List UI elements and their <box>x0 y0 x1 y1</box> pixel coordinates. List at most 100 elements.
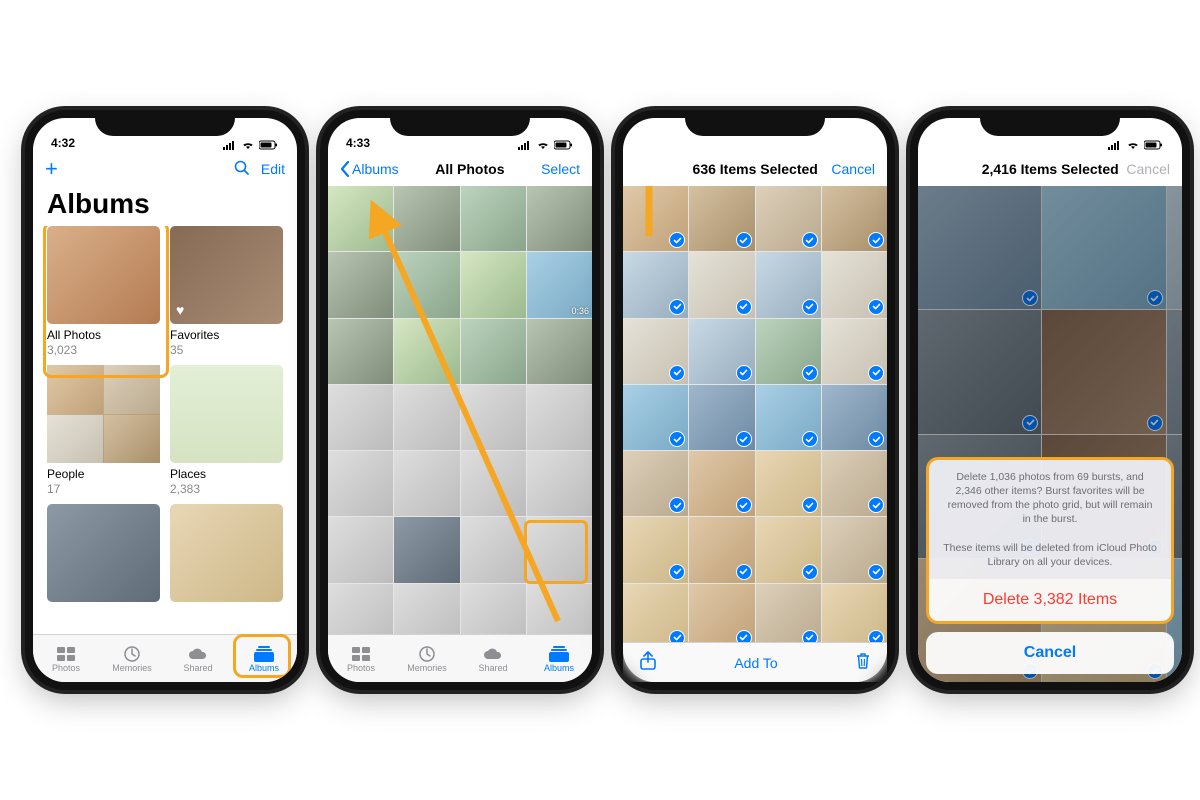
nav-bar: Albums All Photos Select <box>328 152 592 186</box>
sheet-cancel-button[interactable]: Cancel <box>926 632 1174 674</box>
album-all-photos[interactable]: All Photos 3,023 <box>47 226 160 357</box>
photo-grid-selected[interactable] <box>623 186 887 642</box>
photos-icon <box>54 645 78 663</box>
nav-bar: 636 Items Selected Cancel <box>623 152 887 186</box>
delete-button[interactable]: Delete 3,382 Items <box>926 579 1174 624</box>
check-icon <box>736 232 752 248</box>
wifi-icon <box>831 140 845 150</box>
cancel-button[interactable]: Cancel <box>831 161 875 177</box>
add-to-button[interactable]: Add To <box>657 655 855 671</box>
check-icon <box>802 299 818 315</box>
check-icon <box>868 630 884 642</box>
album-recently-deleted[interactable] <box>47 504 160 602</box>
check-icon <box>802 232 818 248</box>
album-people[interactable]: People 17 <box>47 365 160 496</box>
check-icon <box>736 299 752 315</box>
tab-bar: Photos Memories Shared Albums <box>328 634 592 682</box>
check-icon <box>669 630 685 642</box>
albums-icon <box>252 645 276 663</box>
check-icon <box>736 365 752 381</box>
phone-4-delete-sheet: 2,416 Items Selected Cancel <box>910 110 1190 690</box>
check-icon <box>669 431 685 447</box>
check-icon <box>802 431 818 447</box>
check-icon <box>868 299 884 315</box>
wifi-icon <box>536 140 550 150</box>
clock: 4:33 <box>346 136 370 150</box>
check-icon <box>736 431 752 447</box>
tab-photos[interactable]: Photos <box>328 635 394 682</box>
tab-albums[interactable]: Albums <box>231 635 297 682</box>
battery-icon <box>554 140 574 150</box>
notch <box>685 110 825 136</box>
signal-icon <box>518 140 532 150</box>
select-button[interactable]: Select <box>541 161 580 177</box>
back-button[interactable]: Albums <box>340 161 399 177</box>
tab-memories[interactable]: Memories <box>394 635 460 682</box>
check-icon <box>868 497 884 513</box>
wifi-icon <box>241 140 255 150</box>
nav-title: 636 Items Selected <box>693 161 818 177</box>
notch <box>95 110 235 136</box>
check-icon <box>669 232 685 248</box>
phone-2-all-photos: 4:33 Albums All Photos Select 0:36 <box>320 110 600 690</box>
cloud-icon <box>186 645 210 663</box>
notch <box>390 110 530 136</box>
photo-grid[interactable]: 0:36 <box>328 186 592 634</box>
edit-button[interactable]: Edit <box>261 161 285 177</box>
battery-icon <box>259 140 279 150</box>
trash-button[interactable] <box>855 652 871 673</box>
video-duration: 0:36 <box>571 306 589 316</box>
action-sheet: Delete 1,036 photos from 69 bursts, and … <box>918 457 1182 682</box>
battery-icon <box>1144 140 1164 150</box>
tab-shared[interactable]: Shared <box>460 635 526 682</box>
phone-1-albums: 4:32 + Edit Albums All Photos 3,023 <box>25 110 305 690</box>
check-icon <box>802 365 818 381</box>
search-button[interactable] <box>233 159 251 180</box>
tab-bar: Photos Memories Shared Albums <box>33 634 297 682</box>
memories-icon <box>120 645 144 663</box>
add-button[interactable]: + <box>45 156 58 182</box>
sheet-message: Delete 1,036 photos from 69 bursts, and … <box>926 457 1174 579</box>
share-button[interactable] <box>639 651 657 674</box>
notch <box>980 110 1120 136</box>
signal-icon <box>813 140 827 150</box>
signal-icon <box>1108 140 1122 150</box>
tab-memories[interactable]: Memories <box>99 635 165 682</box>
nav-bar: 2,416 Items Selected Cancel <box>918 152 1182 186</box>
tab-albums[interactable]: Albums <box>526 635 592 682</box>
nav-title: 2,416 Items Selected <box>982 161 1119 177</box>
check-icon <box>868 431 884 447</box>
action-sheet-backdrop[interactable]: Delete 1,036 photos from 69 bursts, and … <box>918 186 1182 682</box>
check-icon <box>802 630 818 642</box>
albums-icon <box>547 645 571 663</box>
check-icon <box>669 365 685 381</box>
cloud-icon <box>481 645 505 663</box>
check-icon <box>669 564 685 580</box>
cancel-button-disabled: Cancel <box>1126 161 1170 177</box>
check-icon <box>736 564 752 580</box>
tab-photos[interactable]: Photos <box>33 635 99 682</box>
album-extra[interactable] <box>170 504 283 602</box>
check-icon <box>868 232 884 248</box>
battery-icon <box>849 140 869 150</box>
check-icon <box>868 365 884 381</box>
album-places[interactable]: Places 2,383 <box>170 365 283 496</box>
signal-icon <box>223 140 237 150</box>
heart-icon: ♥ <box>176 302 184 318</box>
check-icon <box>736 497 752 513</box>
bottom-toolbar: Add To <box>623 642 887 682</box>
check-icon <box>802 564 818 580</box>
phone-3-selected: 636 Items Selected Cancel <box>615 110 895 690</box>
tab-shared[interactable]: Shared <box>165 635 231 682</box>
album-favorites[interactable]: ♥ Favorites 35 <box>170 226 283 357</box>
memories-icon <box>415 645 439 663</box>
nav-title: All Photos <box>435 161 504 177</box>
page-title: Albums <box>33 186 297 226</box>
wifi-icon <box>1126 140 1140 150</box>
check-icon <box>736 630 752 642</box>
check-icon <box>802 497 818 513</box>
check-icon <box>669 497 685 513</box>
check-icon <box>669 299 685 315</box>
photos-icon <box>349 645 373 663</box>
clock: 4:32 <box>51 136 75 150</box>
